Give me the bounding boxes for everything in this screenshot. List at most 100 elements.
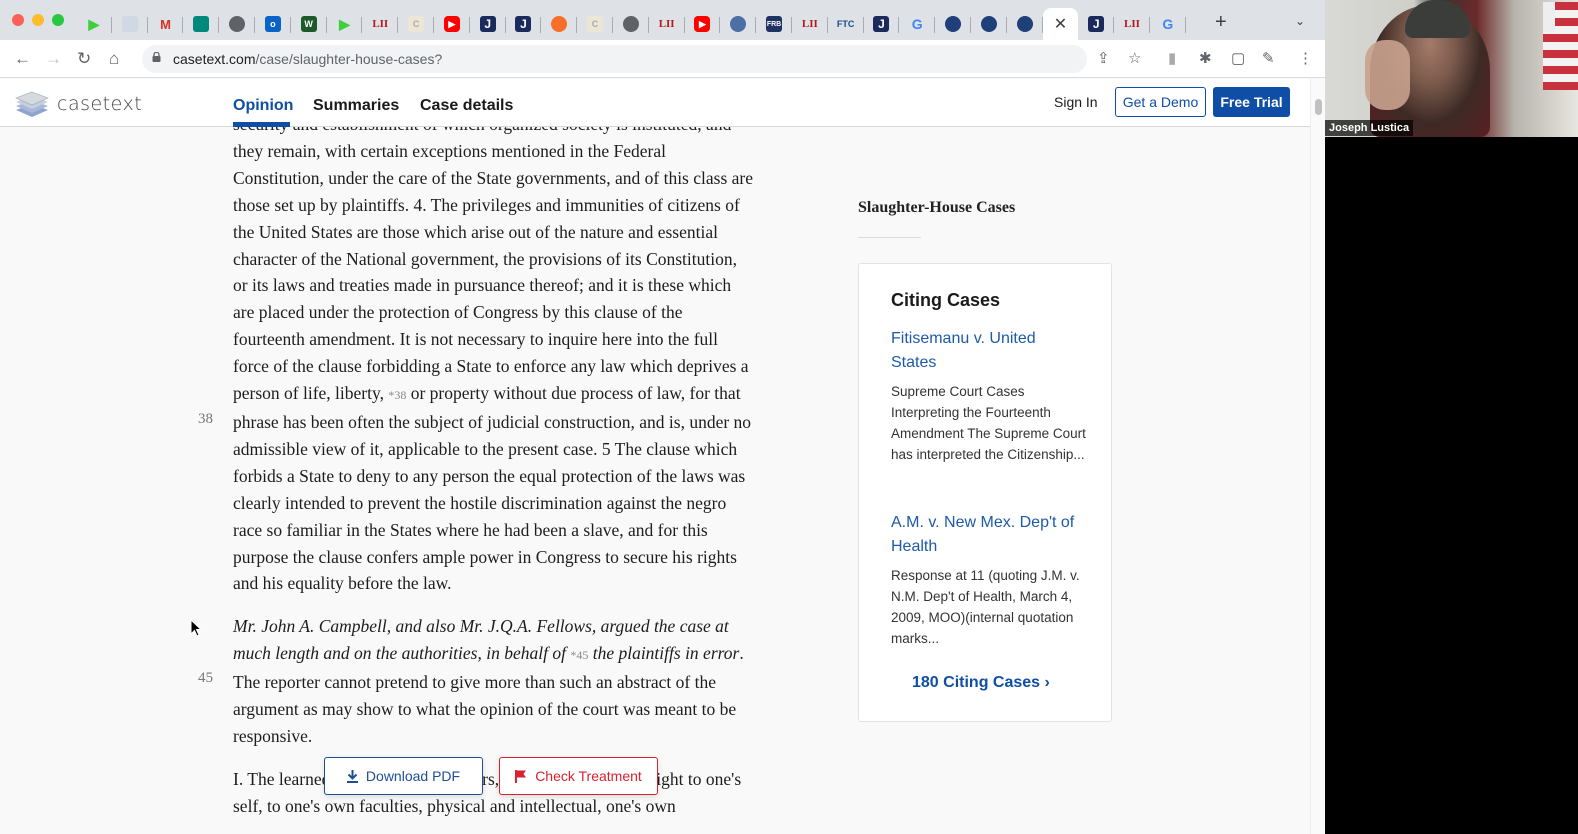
paragraph-text: or property without due process of law, … bbox=[233, 383, 752, 594]
page-number-marker[interactable]: 45 bbox=[198, 670, 213, 687]
google-icon: G bbox=[1162, 16, 1174, 32]
browser-tab[interactable]: ▶ bbox=[327, 8, 363, 40]
browser-tab[interactable] bbox=[935, 8, 971, 40]
tab-case-details[interactable]: Case details bbox=[420, 97, 513, 115]
browser-tab[interactable]: LII bbox=[362, 8, 398, 40]
puzzle-extensions-icon[interactable]: ✱ bbox=[1199, 50, 1212, 68]
browser-tab[interactable]: G bbox=[1150, 8, 1186, 40]
j-icon: J bbox=[479, 16, 496, 32]
logo-text: casetext bbox=[57, 93, 143, 115]
flag-union bbox=[1543, 2, 1555, 32]
play-icon: ▶ bbox=[339, 16, 350, 32]
browser-tab[interactable]: W bbox=[291, 8, 327, 40]
tab-summaries[interactable]: Summaries bbox=[313, 97, 399, 115]
browser-tab[interactable]: C bbox=[398, 8, 434, 40]
browser-tab[interactable]: J bbox=[470, 8, 506, 40]
side-panel-icon[interactable]: ▢ bbox=[1231, 50, 1245, 68]
browser-tab[interactable]: ▶ bbox=[76, 8, 112, 40]
back-arrow-icon[interactable]: ← bbox=[14, 49, 31, 69]
active-tab-indicator bbox=[233, 122, 290, 127]
browser-tab[interactable]: LII bbox=[649, 8, 685, 40]
new-tab-button[interactable]: + bbox=[1215, 12, 1227, 32]
citing-case-snippet: Supreme Court Cases Interpreting the Fou… bbox=[891, 384, 1086, 462]
bookmark-star-icon[interactable]: ☆ bbox=[1128, 50, 1141, 68]
browser-tab[interactable]: FTC bbox=[828, 8, 864, 40]
profile-avatar-icon[interactable]: ✎ bbox=[1262, 50, 1275, 68]
close-window-button[interactable] bbox=[12, 14, 24, 26]
browser-tab[interactable] bbox=[720, 8, 756, 40]
web-page: casetext Opinion Summaries Case details … bbox=[0, 79, 1310, 834]
sign-in-link[interactable]: Sign In bbox=[1054, 94, 1098, 110]
maximize-window-button[interactable] bbox=[52, 14, 64, 26]
forward-arrow-icon[interactable]: → bbox=[45, 49, 62, 69]
reload-icon[interactable]: ↻ bbox=[77, 49, 91, 69]
browser-tab[interactable]: J bbox=[506, 8, 542, 40]
citing-case-snippet: Response at 11 (quoting J.M. v. N.M. Dep… bbox=[891, 568, 1080, 646]
citing-case-link[interactable]: Fitisemanu v. United States bbox=[891, 327, 1081, 375]
browser-tab[interactable] bbox=[219, 8, 255, 40]
j-icon: J bbox=[1088, 16, 1105, 32]
browser-tab[interactable]: ▶ bbox=[685, 8, 721, 40]
browser-tab[interactable]: o bbox=[255, 8, 291, 40]
scrollbar-thumb[interactable] bbox=[1315, 99, 1322, 115]
seal-icon bbox=[730, 16, 747, 32]
menu-kebab-icon[interactable]: ⋮ bbox=[1298, 50, 1313, 68]
participant-hat bbox=[1405, 0, 1470, 38]
page-number-marker[interactable]: 38 bbox=[198, 411, 213, 428]
browser-tab[interactable] bbox=[112, 8, 148, 40]
browser-tab[interactable] bbox=[183, 8, 219, 40]
counsel-text: the plaintiffs in error bbox=[592, 643, 740, 664]
download-pdf-label: Download PDF bbox=[365, 768, 461, 784]
browser-tab[interactable]: ▶ bbox=[434, 8, 470, 40]
pin-cite-marker: *38 bbox=[388, 388, 407, 403]
pin-cite-marker: *45 bbox=[570, 648, 589, 663]
download-icon bbox=[346, 769, 358, 783]
browser-tab[interactable] bbox=[541, 8, 577, 40]
minimize-window-button[interactable] bbox=[32, 14, 44, 26]
download-pdf-button[interactable]: Download PDF bbox=[324, 757, 483, 795]
browser-tab[interactable] bbox=[613, 8, 649, 40]
ftc-icon: FTC bbox=[836, 18, 855, 29]
browser-tab[interactable] bbox=[971, 8, 1007, 40]
lii-icon: LII bbox=[801, 17, 818, 30]
free-trial-button[interactable]: Free Trial bbox=[1213, 87, 1290, 117]
home-icon[interactable]: ⌂ bbox=[109, 49, 119, 69]
extension-icon[interactable]: ▮ bbox=[1168, 50, 1176, 68]
gmail-icon: M bbox=[160, 16, 171, 32]
mouse-cursor-icon bbox=[190, 619, 202, 637]
casetext-logo[interactable]: casetext bbox=[15, 90, 142, 118]
citing-case-link[interactable]: A.M. v. New Mex. Dep't of Health bbox=[891, 511, 1081, 559]
browser-tab[interactable]: C bbox=[577, 8, 613, 40]
share-icon[interactable]: ⇪ bbox=[1097, 50, 1110, 68]
citing-cases-card: Citing Cases Fitisemanu v. United States… bbox=[858, 263, 1112, 722]
browser-tab[interactable]: LII bbox=[792, 8, 828, 40]
lock-icon bbox=[152, 52, 161, 62]
browser-tab[interactable]: J bbox=[1078, 8, 1114, 40]
youtube-icon: ▶ bbox=[694, 16, 711, 32]
url-text: casetext.com/case/slaughter-house-cases? bbox=[173, 51, 442, 67]
browser-tab[interactable]: J bbox=[864, 8, 900, 40]
j-icon: J bbox=[515, 16, 532, 32]
browser-tab[interactable]: FRB bbox=[756, 8, 792, 40]
tab-opinion[interactable]: Opinion bbox=[233, 97, 293, 115]
youtube-icon: ▶ bbox=[443, 16, 460, 32]
browser-tab[interactable]: ✕ bbox=[1042, 8, 1079, 40]
browser-tab[interactable] bbox=[1007, 8, 1043, 40]
participant-name-label: Joseph Lustica bbox=[1325, 120, 1414, 136]
get-demo-button[interactable]: Get a Demo bbox=[1115, 87, 1206, 117]
address-bar[interactable]: casetext.com/case/slaughter-house-cases? bbox=[142, 45, 1087, 73]
all-citing-cases-link[interactable]: 180 Citing Cases › bbox=[912, 674, 1050, 692]
page-scrollbar[interactable] bbox=[1310, 79, 1325, 834]
site-header: casetext Opinion Summaries Case details … bbox=[0, 79, 1310, 127]
flag-icon bbox=[515, 769, 527, 783]
lii-icon: LII bbox=[658, 17, 675, 30]
close-icon[interactable]: ✕ bbox=[1054, 14, 1067, 34]
check-treatment-label: Check Treatment bbox=[535, 768, 642, 784]
j-icon: J bbox=[873, 16, 890, 32]
tab-search-chevron-icon[interactable]: ⌄ bbox=[1295, 14, 1305, 28]
browser-tab[interactable]: LII bbox=[1114, 8, 1150, 40]
browser-tab[interactable]: G bbox=[899, 8, 935, 40]
chevron-right-icon: › bbox=[1044, 674, 1050, 691]
check-treatment-button[interactable]: Check Treatment bbox=[499, 757, 658, 795]
browser-tab[interactable]: M bbox=[148, 8, 184, 40]
